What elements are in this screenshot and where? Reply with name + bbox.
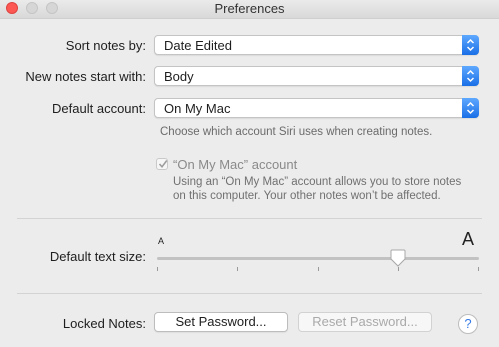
slider-tick [478,267,479,271]
sort-notes-popup[interactable]: Date Edited [154,35,479,55]
small-text-icon: A [158,236,165,246]
new-notes-popup[interactable]: Body [154,66,479,86]
separator [17,218,482,219]
default-account-value: On My Mac [164,101,231,116]
on-my-mac-checkbox[interactable] [156,158,168,170]
default-account-popup[interactable]: On My Mac [154,98,479,118]
on-my-mac-description-line2: on this computer. Your other notes won’t… [173,190,441,202]
slider-tick [398,267,399,271]
large-text-icon: A [462,229,475,249]
locked-notes-label: Locked Notes: [62,316,146,331]
slider-tick [157,267,158,271]
popup-arrows-icon [462,66,479,86]
text-size-label: Default text size: [49,249,146,264]
slider-tick [237,267,238,271]
reset-password-button[interactable]: Reset Password... [298,312,432,332]
checkmark-icon [158,160,168,169]
separator [17,293,482,294]
text-size-slider[interactable] [157,248,479,272]
sort-notes-label: Sort notes by: [65,38,146,53]
sort-notes-value: Date Edited [164,38,232,53]
popup-arrows-icon [462,35,479,55]
window-title: Preferences [214,1,285,16]
default-account-label: Default account: [52,101,146,116]
on-my-mac-description-line1: Using an “On My Mac” account allows you … [173,176,462,188]
set-password-button[interactable]: Set Password... [154,312,288,332]
slider-tick [318,267,319,271]
popup-arrows-icon [462,98,479,118]
help-button[interactable]: ? [458,314,478,334]
new-notes-value: Body [164,69,194,84]
slider-track [157,257,479,260]
on-my-mac-label: “On My Mac” account [173,157,298,172]
title-bar: Preferences [0,0,499,19]
new-notes-label: New notes start with: [25,69,146,84]
slider-knob[interactable] [390,249,406,267]
default-account-hint: Choose which account Siri uses when crea… [160,126,433,138]
